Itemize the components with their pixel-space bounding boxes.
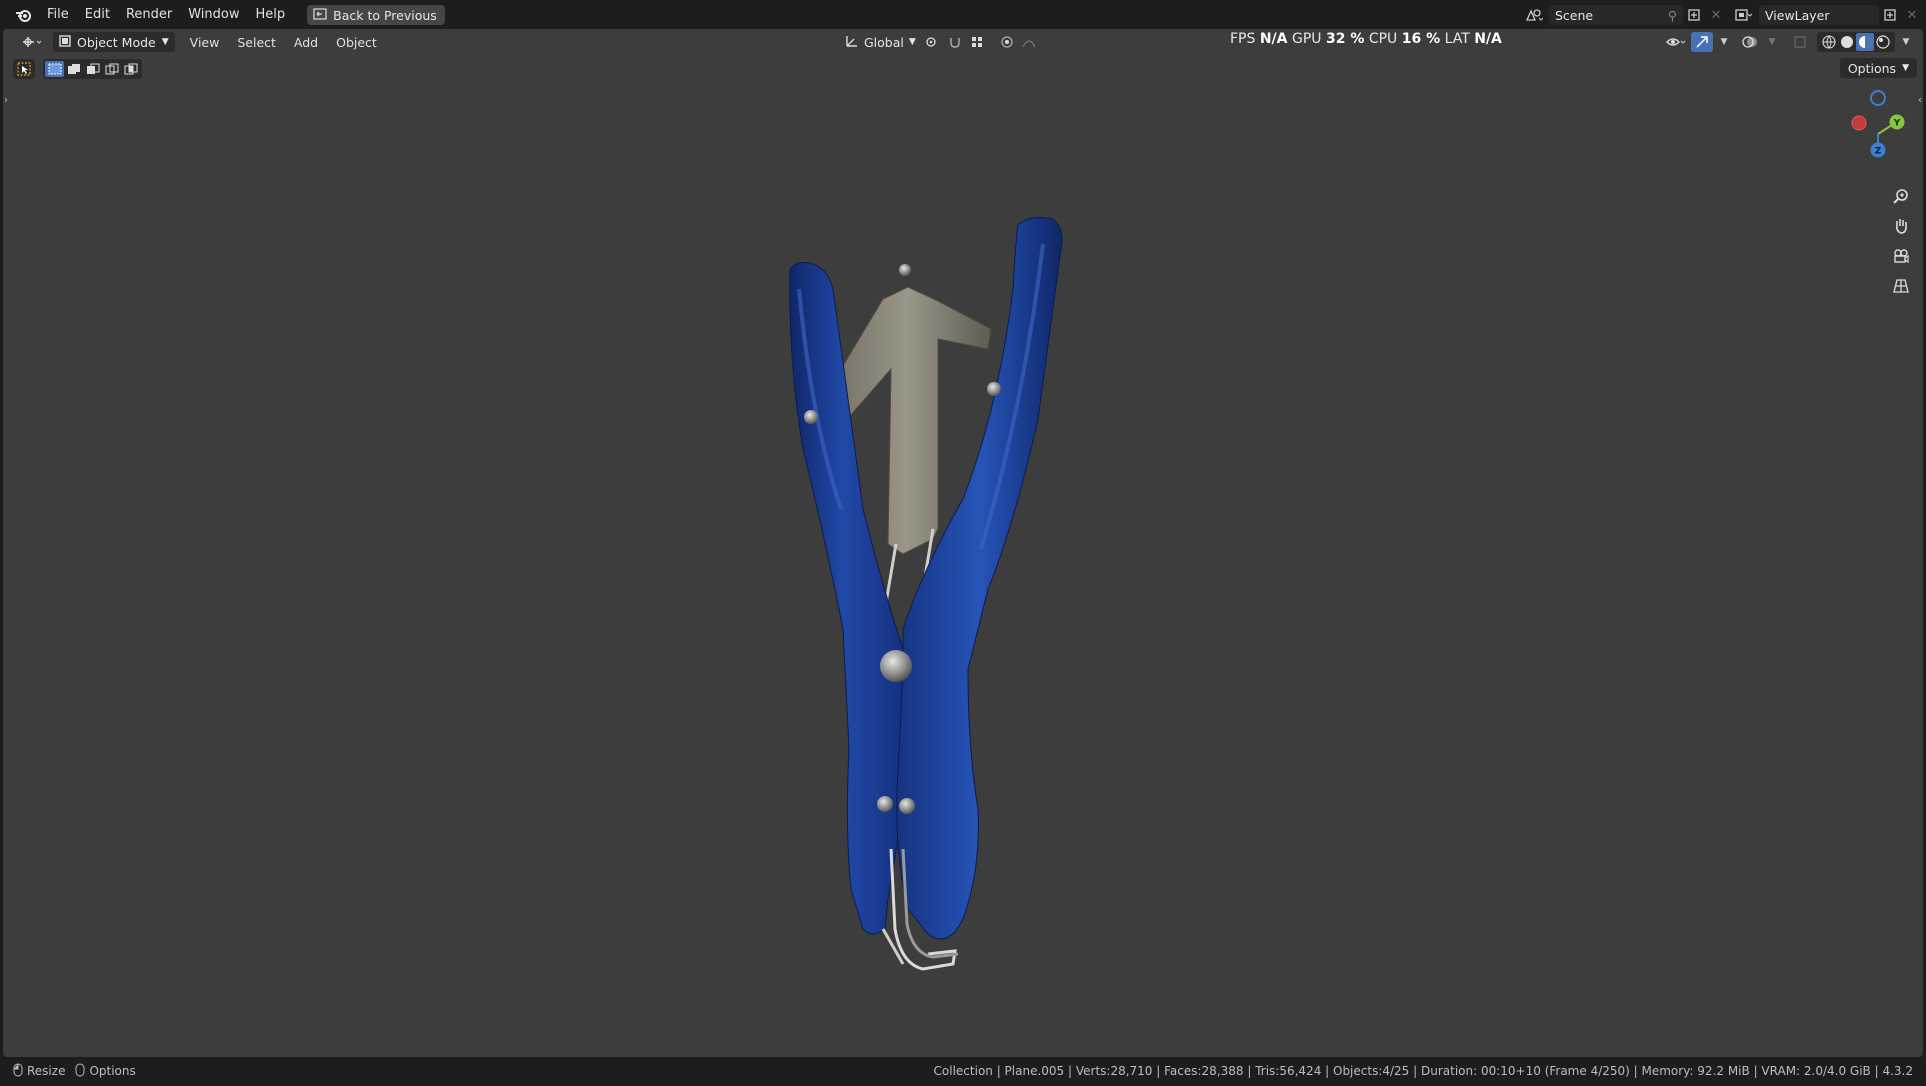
options-dropdown[interactable]: Options ▼ [1839, 58, 1917, 78]
status-bar: Resize Options Collection | Plane.005 | … [3, 1059, 1923, 1083]
3d-viewport[interactable]: Object Mode ▼ View Select Add Object Glo… [3, 29, 1923, 1057]
view-layer-selector[interactable]: ViewLayer [1759, 5, 1879, 25]
selection-mode-group [43, 59, 142, 79]
options-hint: Options [75, 1063, 136, 1080]
visibility-icon[interactable] [1665, 32, 1687, 52]
back-to-previous-label: Back to Previous [333, 7, 437, 23]
top-bar: File Edit Render Window Help Back to Pre… [3, 3, 1923, 27]
snap-increment-icon[interactable] [966, 32, 988, 52]
mouse-left-icon [13, 1063, 23, 1080]
proportional-edit-icon[interactable] [996, 32, 1018, 52]
orientation-icon [845, 34, 859, 51]
rendered-shading-icon[interactable] [1874, 33, 1892, 51]
pan-hand-icon[interactable] [1887, 212, 1915, 240]
menu-view[interactable]: View [181, 35, 229, 50]
select-difference-icon[interactable] [102, 61, 121, 77]
menu-file[interactable]: File [39, 3, 77, 27]
orientation-label: Global [864, 34, 904, 50]
lat-value: N/A [1474, 31, 1502, 47]
scene-type-icon[interactable] [1523, 5, 1545, 25]
viewport-display-tools: ▼ ▼ ▼ [1665, 32, 1917, 52]
menu-help[interactable]: Help [248, 3, 294, 27]
chevron-down-icon: ▼ [908, 37, 916, 47]
menu-select[interactable]: Select [228, 35, 285, 50]
gpu-label: GPU [1291, 31, 1322, 47]
menu-render[interactable]: Render [118, 3, 180, 27]
gpu-value: 32 % [1325, 31, 1365, 47]
select-box-tool-icon[interactable] [13, 59, 35, 79]
chevron-down-icon[interactable]: ▼ [1761, 32, 1783, 52]
scene-selector[interactable]: Scene ⚲ [1549, 5, 1683, 25]
cpu-label: CPU [1368, 31, 1398, 47]
select-subtract-icon[interactable] [83, 61, 102, 77]
orientation-dropdown[interactable]: Global ▼ [839, 32, 922, 52]
back-icon [313, 7, 327, 23]
fps-label: FPS [1230, 31, 1256, 47]
menu-edit[interactable]: Edit [77, 3, 118, 27]
scene-name: Scene [1555, 7, 1594, 23]
material-shading-icon[interactable] [1856, 33, 1874, 51]
overlays-icon[interactable] [1739, 32, 1761, 52]
select-set-icon[interactable] [45, 61, 64, 77]
cpu-value: 16 % [1401, 31, 1441, 47]
topbar-right: Scene ⚲ ✕ ViewLayer ✕ [1523, 3, 1923, 27]
navigation-gizmo[interactable]: Y Z [1843, 89, 1913, 169]
perspective-toggle-icon[interactable] [1887, 272, 1915, 300]
pin-icon[interactable]: ⚲ [1668, 8, 1677, 23]
menu-add[interactable]: Add [285, 35, 327, 50]
editor-type-dropdown[interactable] [15, 32, 49, 52]
zoom-icon[interactable] [1887, 182, 1915, 210]
transform-tools: Global ▼ [839, 32, 1040, 52]
menu-window[interactable]: Window [180, 3, 247, 27]
options-hint-label: Options [89, 1064, 136, 1078]
chevron-down-icon[interactable]: ▼ [1713, 32, 1735, 52]
mouse-right-icon [75, 1063, 85, 1080]
status-bar-hints: Resize Options [13, 1063, 146, 1080]
options-label: Options [1847, 60, 1897, 76]
sidebar-expand-icon[interactable]: ‹ [1918, 95, 1922, 106]
fps-value: N/A [1259, 31, 1288, 47]
delete-scene-icon[interactable]: ✕ [1705, 5, 1727, 25]
wireframe-shading-icon[interactable] [1820, 33, 1838, 51]
view-layer-icon[interactable] [1733, 5, 1755, 25]
xray-icon[interactable] [1789, 32, 1811, 52]
chevron-down-icon: ▼ [161, 37, 169, 47]
toolbar-expand-icon[interactable]: › [4, 95, 8, 106]
pliers-model[interactable] [3, 29, 1923, 1057]
chevron-down-icon: ▼ [1902, 63, 1909, 73]
chevron-down-icon[interactable]: ▼ [1895, 32, 1917, 52]
select-intersect-icon[interactable] [121, 61, 140, 77]
solid-shading-icon[interactable] [1838, 33, 1856, 51]
gizmo-y-label: Y [1893, 119, 1901, 129]
delete-view-layer-icon[interactable]: ✕ [1901, 5, 1923, 25]
shading-modes [1817, 32, 1895, 52]
snap-toggle-icon[interactable] [944, 32, 966, 52]
back-to-previous-button[interactable]: Back to Previous [307, 5, 445, 25]
resize-hint: Resize [13, 1063, 65, 1080]
object-mode-icon [59, 34, 71, 50]
menu-object[interactable]: Object [327, 35, 386, 50]
scene-statistics: Collection | Plane.005 | Verts:28,710 | … [933, 1064, 1913, 1078]
camera-view-icon[interactable] [1887, 242, 1915, 270]
performance-stats: FPS N/A GPU 32 % CPU 16 % LAT N/A [1230, 29, 1502, 49]
resize-label: Resize [27, 1064, 66, 1078]
falloff-icon[interactable] [1018, 32, 1040, 52]
select-toolbar [13, 58, 142, 80]
pivot-point-icon[interactable] [922, 32, 944, 52]
gizmo-toggle-icon[interactable] [1691, 32, 1713, 52]
new-scene-icon[interactable] [1683, 5, 1705, 25]
select-extend-icon[interactable] [64, 61, 83, 77]
view-layer-name: ViewLayer [1765, 7, 1830, 23]
gizmo-z-label: Z [1875, 147, 1882, 157]
blender-logo-icon[interactable] [11, 7, 37, 23]
object-mode-label: Object Mode [77, 34, 156, 50]
object-mode-dropdown[interactable]: Object Mode ▼ [53, 32, 175, 52]
lat-label: LAT [1444, 31, 1470, 47]
new-view-layer-icon[interactable] [1879, 5, 1901, 25]
